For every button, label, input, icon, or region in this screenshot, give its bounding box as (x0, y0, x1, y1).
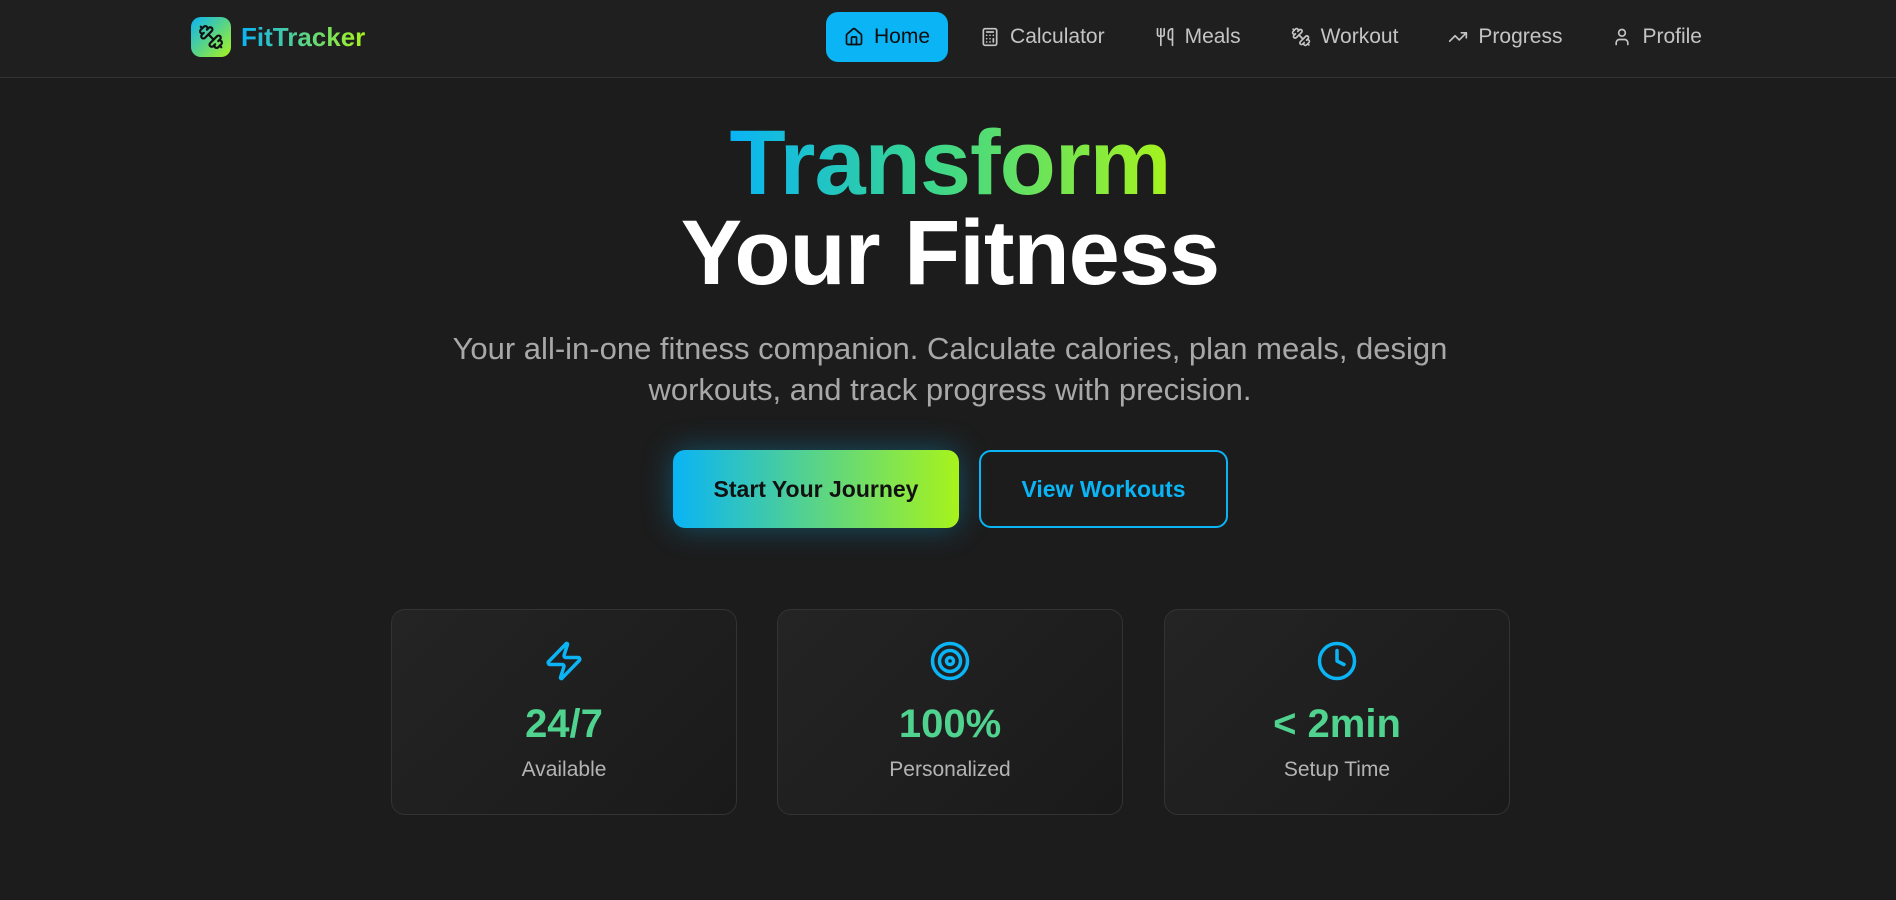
view-workouts-button[interactable]: View Workouts (979, 450, 1228, 528)
calculator-icon (982, 27, 998, 47)
stat-label: Setup Time (1283, 758, 1391, 781)
hero-title: Transform Your Fitness (0, 112, 1896, 304)
stat-value: < 2min (1273, 702, 1401, 746)
nav-item-progress[interactable]: Progress (1430, 12, 1580, 62)
stat-card-setup-time: < 2min Setup Time (1164, 609, 1510, 815)
lightning-icon (546, 641, 582, 681)
nav-item-label: Home (874, 25, 931, 48)
stat-value: 100% (898, 702, 1002, 746)
stat-card-availability: 24/7 Available (391, 609, 737, 815)
clock-icon (1317, 641, 1357, 681)
nav-item-label: Profile (1642, 25, 1702, 48)
home-icon (845, 27, 863, 46)
hero-subtitle: Your all-in-one fitness companion. Calcu… (452, 331, 1448, 407)
hero-title-line1: Transform (729, 112, 1172, 214)
stat-label: Available (521, 758, 607, 781)
nav-item-calculator[interactable]: Calculator (962, 12, 1123, 62)
nav-item-workout[interactable]: Workout (1273, 12, 1417, 62)
start-journey-button[interactable]: Start Your Journey (673, 450, 959, 528)
nav-item-home[interactable]: Home (826, 12, 949, 62)
trending-up-icon (1449, 32, 1468, 43)
nav-item-profile[interactable]: Profile (1594, 12, 1720, 62)
utensils-icon (1156, 27, 1173, 47)
nav-item-label: Meals (1184, 25, 1241, 48)
main-nav: Home Calculator Meals Workout Progress P… (826, 12, 1720, 62)
top-navbar: FitTracker Home Calculator Meals Workout… (0, 0, 1896, 78)
stat-value: 24/7 (525, 702, 603, 746)
dumbbell-icon (1291, 27, 1310, 47)
nav-item-label: Calculator (1010, 25, 1105, 48)
target-icon (930, 641, 970, 681)
nav-item-label: Workout (1320, 25, 1399, 48)
nav-item-label: Progress (1478, 25, 1563, 48)
brand-name: FitTracker (241, 21, 366, 52)
hero-title-line2: Your Fitness (680, 202, 1220, 304)
stat-label: Personalized (889, 758, 1011, 781)
dumbbell-icon (191, 17, 231, 57)
brand-link[interactable]: FitTracker (191, 17, 365, 57)
user-icon (1615, 28, 1630, 46)
nav-item-meals[interactable]: Meals (1137, 12, 1259, 62)
stat-card-personalized: 100% Personalized (777, 609, 1123, 815)
